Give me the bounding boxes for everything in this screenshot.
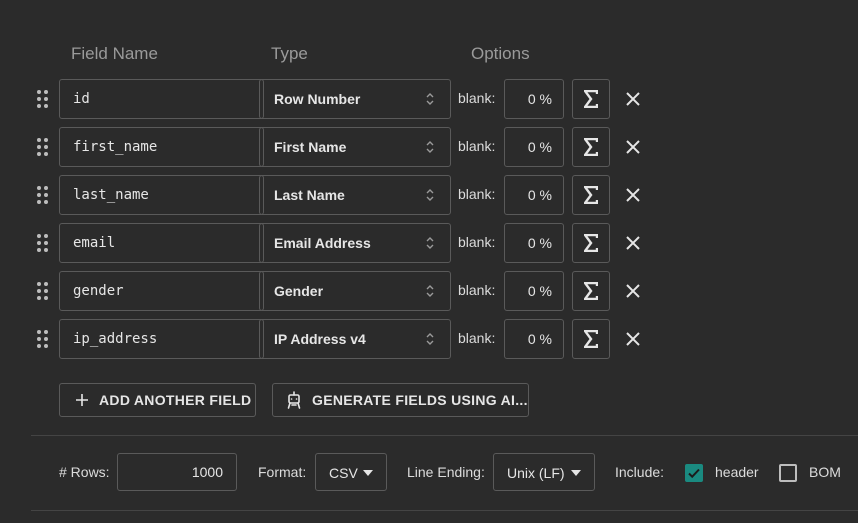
blank-percent-input[interactable]: 0 % <box>504 127 564 167</box>
field-row: First Name blank: 0 % <box>0 127 858 167</box>
select-arrows-icon <box>426 93 434 105</box>
field-type-label: First Name <box>274 139 347 155</box>
blank-label: blank: <box>458 90 496 106</box>
drag-handle-icon[interactable] <box>37 234 49 252</box>
drag-handle-icon[interactable] <box>37 138 49 156</box>
bom-checkbox-label: BOM <box>809 464 841 480</box>
field-row: Gender blank: 0 % <box>0 271 858 311</box>
divider-bottom <box>31 510 858 511</box>
field-name-input[interactable] <box>59 127 264 167</box>
format-label: Format: <box>258 464 307 480</box>
blank-label: blank: <box>458 138 496 154</box>
drag-handle-icon[interactable] <box>37 186 49 204</box>
close-icon[interactable] <box>624 138 642 156</box>
select-arrows-icon <box>426 285 434 297</box>
field-name-input[interactable] <box>59 271 264 311</box>
close-icon[interactable] <box>624 90 642 108</box>
header-options: Options <box>471 44 530 63</box>
sigma-icon <box>584 138 598 156</box>
generate-fields-ai-button[interactable]: GENERATE FIELDS USING AI... <box>272 383 529 417</box>
check-icon <box>688 468 700 479</box>
sigma-icon <box>584 90 598 108</box>
field-type-label: Last Name <box>274 187 345 203</box>
blank-label: blank: <box>458 186 496 202</box>
header-type: Type <box>271 44 308 63</box>
line-ending-select[interactable]: Unix (LF) <box>493 453 595 491</box>
drag-handle-icon[interactable] <box>37 330 49 348</box>
field-type-select[interactable]: IP Address v4 <box>259 319 451 359</box>
blank-label: blank: <box>458 282 496 298</box>
blank-label: blank: <box>458 234 496 250</box>
blank-percent-input[interactable]: 0 % <box>504 79 564 119</box>
field-row: IP Address v4 blank: 0 % <box>0 319 858 359</box>
field-row: Last Name blank: 0 % <box>0 175 858 215</box>
header-field-name: Field Name <box>71 44 158 63</box>
field-type-select[interactable]: Email Address <box>259 223 451 263</box>
select-arrows-icon <box>426 333 434 345</box>
include-label: Include: <box>615 464 665 480</box>
generate-fields-ai-label: GENERATE FIELDS USING AI... <box>312 392 528 408</box>
field-type-label: IP Address v4 <box>274 331 366 347</box>
formula-button[interactable] <box>572 79 610 119</box>
select-arrows-icon <box>426 141 434 153</box>
sigma-icon <box>584 330 598 348</box>
close-icon[interactable] <box>624 330 642 348</box>
sigma-icon <box>584 186 598 204</box>
sigma-icon <box>584 282 598 300</box>
bom-checkbox[interactable] <box>779 464 797 482</box>
line-ending-label: Line Ending: <box>407 464 485 480</box>
field-type-label: Gender <box>274 283 324 299</box>
select-arrows-icon <box>426 189 434 201</box>
caret-down-icon <box>571 470 581 476</box>
rows-label: # Rows: <box>59 464 110 480</box>
blank-percent-value: 0 % <box>527 139 552 155</box>
add-another-field-button[interactable]: ADD ANOTHER FIELD <box>59 383 256 417</box>
field-type-select[interactable]: Last Name <box>259 175 451 215</box>
field-type-select[interactable]: Row Number <box>259 79 451 119</box>
blank-percent-input[interactable]: 0 % <box>504 223 564 263</box>
line-ending-value: Unix (LF) <box>507 465 565 481</box>
close-icon[interactable] <box>624 234 642 252</box>
field-type-label: Row Number <box>274 91 361 107</box>
drag-handle-icon[interactable] <box>37 90 49 108</box>
plus-icon <box>76 394 88 406</box>
header-checkbox-label: header <box>715 464 759 480</box>
field-type-select[interactable]: First Name <box>259 127 451 167</box>
field-name-input[interactable] <box>59 79 264 119</box>
close-icon[interactable] <box>624 282 642 300</box>
robot-icon <box>287 391 301 409</box>
sigma-icon <box>584 234 598 252</box>
divider-top <box>31 435 858 436</box>
blank-percent-value: 0 % <box>527 283 552 299</box>
caret-down-icon <box>363 470 373 476</box>
blank-percent-value: 0 % <box>527 187 552 203</box>
field-name-input[interactable] <box>59 175 264 215</box>
header-checkbox[interactable] <box>685 464 703 482</box>
blank-percent-input[interactable]: 0 % <box>504 175 564 215</box>
field-row: Email Address blank: 0 % <box>0 223 858 263</box>
blank-percent-input[interactable]: 0 % <box>504 319 564 359</box>
blank-label: blank: <box>458 330 496 346</box>
blank-percent-value: 0 % <box>527 235 552 251</box>
format-select[interactable]: CSV <box>315 453 387 491</box>
field-type-select[interactable]: Gender <box>259 271 451 311</box>
field-type-label: Email Address <box>274 235 371 251</box>
close-icon[interactable] <box>624 186 642 204</box>
format-value: CSV <box>329 465 358 481</box>
drag-handle-icon[interactable] <box>37 282 49 300</box>
field-name-input[interactable] <box>59 223 264 263</box>
formula-button[interactable] <box>572 127 610 167</box>
blank-percent-value: 0 % <box>527 331 552 347</box>
formula-button[interactable] <box>572 223 610 263</box>
formula-button[interactable] <box>572 271 610 311</box>
rows-input[interactable] <box>117 453 237 491</box>
field-row: Row Number blank: 0 % <box>0 79 858 119</box>
blank-percent-value: 0 % <box>527 91 552 107</box>
formula-button[interactable] <box>572 319 610 359</box>
blank-percent-input[interactable]: 0 % <box>504 271 564 311</box>
add-another-field-label: ADD ANOTHER FIELD <box>99 392 252 408</box>
field-name-input[interactable] <box>59 319 264 359</box>
formula-button[interactable] <box>572 175 610 215</box>
select-arrows-icon <box>426 237 434 249</box>
